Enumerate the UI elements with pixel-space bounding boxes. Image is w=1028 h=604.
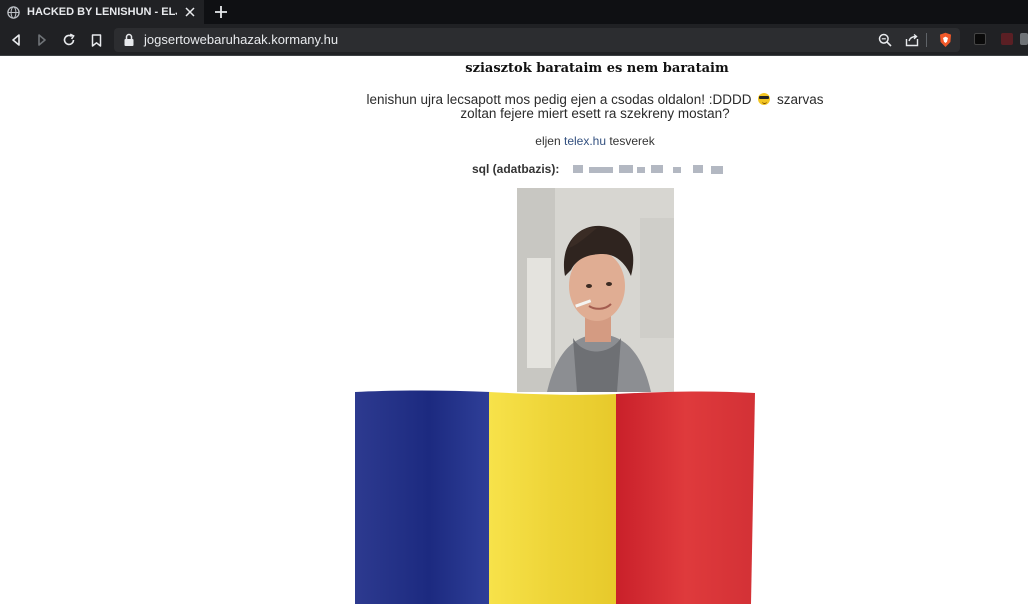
lock-icon[interactable] (123, 33, 135, 47)
address-bar[interactable]: jogsertowebaruhazak.kormany.hu (114, 28, 960, 52)
zoom-icon[interactable] (876, 31, 894, 49)
toolbar-separator (926, 33, 927, 47)
forward-icon[interactable] (32, 30, 52, 50)
tab-strip: HACKED BY LENISHUN - ELJEN Z (0, 0, 1028, 24)
sunglasses-emoji-icon (758, 93, 771, 105)
new-tab-plus-icon[interactable] (212, 3, 230, 21)
tab-title: HACKED BY LENISHUN - ELJEN Z (27, 6, 177, 18)
browser-toolbar: jogsertowebaruhazak.kormany.hu (0, 24, 1028, 56)
hacker-message: lenishun ujra lecsapott mos pedig ejen a… (355, 93, 835, 121)
extension-icon[interactable] (974, 33, 986, 45)
menu-icon[interactable] (1020, 33, 1028, 45)
shoutout-suffix: tesverek (606, 134, 655, 148)
reload-icon[interactable] (59, 30, 79, 50)
bookmark-icon[interactable] (86, 30, 106, 50)
page-heading: sziasztok barataim es nem barataim (465, 61, 729, 76)
sql-line: sql (adatbazis): (472, 161, 727, 177)
share-icon[interactable] (903, 31, 921, 49)
romanian-flag (355, 390, 755, 604)
message-part-1: lenishun ujra lecsapott mos pedig ejen a… (366, 92, 752, 107)
globe-icon (7, 5, 20, 19)
telex-link[interactable]: telex.hu (564, 134, 606, 148)
shoutout-line: eljen telex.hu tesverek (0, 134, 1028, 148)
profile-photo (517, 188, 674, 392)
sql-label: sql (adatbazis): (472, 162, 560, 176)
close-tab-icon[interactable] (182, 4, 198, 20)
url-text[interactable]: jogsertowebaruhazak.kormany.hu (144, 32, 338, 47)
web-page: sziasztok barataim es nem barataim lenis… (0, 57, 1028, 604)
shoutout-prefix: eljen (535, 134, 564, 148)
back-icon[interactable] (6, 30, 26, 50)
extension-icon-2[interactable] (1001, 33, 1013, 45)
pixelated-sql-value (567, 163, 727, 175)
active-tab[interactable]: HACKED BY LENISHUN - ELJEN Z (0, 0, 204, 24)
brave-shield-icon[interactable] (936, 31, 954, 49)
